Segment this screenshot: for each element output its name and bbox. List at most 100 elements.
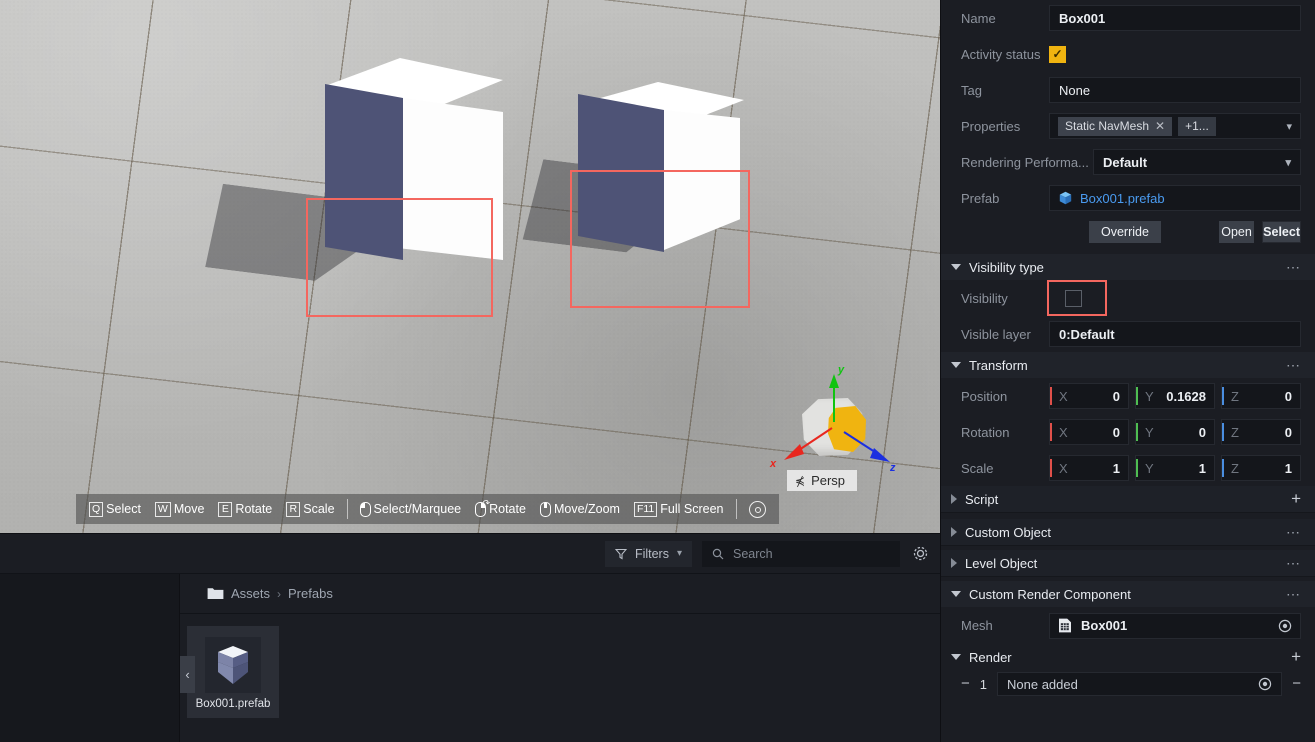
breadcrumb-item-prefabs[interactable]: Prefabs bbox=[288, 586, 333, 601]
scale-z-value: 1 bbox=[1284, 460, 1292, 476]
chevron-down-icon: ▾ bbox=[1285, 156, 1291, 169]
tool-rotate[interactable]: E Rotate bbox=[211, 501, 279, 517]
mesh-reference-field[interactable]: Box001 bbox=[1049, 612, 1301, 639]
chevron-down-icon[interactable] bbox=[951, 591, 961, 597]
tool-move[interactable]: W Move bbox=[148, 501, 212, 517]
position-z-field[interactable]: Z 0 bbox=[1221, 383, 1301, 409]
section-title: Script bbox=[965, 491, 999, 507]
keycap-q: Q bbox=[89, 501, 104, 517]
chevron-right-icon[interactable] bbox=[951, 494, 957, 504]
minus-icon[interactable]: − bbox=[961, 676, 970, 691]
tool-full-screen[interactable]: F11 Full Screen bbox=[627, 501, 731, 517]
ellipsis-icon[interactable]: ⋯ bbox=[1286, 525, 1301, 539]
section-title: Custom Render Component bbox=[969, 586, 1131, 602]
projection-label: Persp bbox=[811, 473, 846, 488]
prefab-name: Box001.prefab bbox=[1080, 190, 1165, 206]
keycap-w: W bbox=[154, 501, 171, 517]
chevron-right-icon[interactable] bbox=[951, 558, 957, 568]
gizmo-axis-label-x: x bbox=[770, 458, 777, 470]
section-script[interactable]: Script + bbox=[941, 486, 1315, 512]
view-axis-gizmo[interactable]: y x z ⋠ Persp bbox=[766, 362, 916, 491]
axis-label-x: X bbox=[1059, 424, 1068, 440]
property-chip-static-navmesh[interactable]: Static NavMesh ✕ bbox=[1058, 116, 1173, 136]
viewport-toolbar[interactable]: Q Select W Move E Rotate R Scale Select/… bbox=[76, 494, 779, 524]
scene-viewport[interactable]: y x z ⋠ Persp Q Select W Move E Rotate R… bbox=[0, 0, 940, 533]
ellipsis-icon[interactable]: ⋯ bbox=[1286, 556, 1301, 570]
tool-mouse-rotate-label: Rotate bbox=[489, 502, 526, 516]
section-transform[interactable]: Transform ⋯ bbox=[941, 352, 1315, 378]
ellipsis-icon[interactable]: ⋯ bbox=[1286, 260, 1301, 274]
chevron-down-icon[interactable] bbox=[951, 264, 961, 270]
inspector-row-tag: Tag None bbox=[941, 72, 1315, 108]
breadcrumb-item-assets[interactable]: Assets bbox=[231, 586, 270, 601]
section-visibility-type[interactable]: Visibility type ⋯ bbox=[941, 254, 1315, 280]
prefab-reference-field[interactable]: Box001.prefab bbox=[1049, 185, 1301, 211]
inspector-row-visibility: Visibility bbox=[941, 280, 1315, 316]
visibility-checkbox[interactable] bbox=[1065, 289, 1082, 307]
browser-settings-button[interactable] bbox=[910, 544, 930, 564]
rendering-performance-select[interactable]: Default ▾ bbox=[1093, 149, 1301, 175]
chevron-down-icon[interactable]: ▾ bbox=[1286, 120, 1292, 133]
scale-y-field[interactable]: Y 1 bbox=[1135, 455, 1215, 481]
position-y-field[interactable]: Y 0.1628 bbox=[1135, 383, 1215, 409]
render-item-index: 1 bbox=[979, 676, 987, 692]
toolbar-divider bbox=[346, 499, 348, 519]
axis-label-y: Y bbox=[1145, 460, 1154, 476]
scale-label: Scale bbox=[961, 460, 994, 476]
scale-x-field[interactable]: X 1 bbox=[1049, 455, 1129, 481]
tag-input[interactable]: None bbox=[1049, 77, 1301, 103]
inspector-row-activity: Activity status ✓ bbox=[941, 36, 1315, 72]
rotation-z-field[interactable]: Z 0 bbox=[1221, 419, 1301, 445]
properties-label: Properties bbox=[961, 118, 1021, 134]
section-custom-render-component[interactable]: Custom Render Component ⋯ bbox=[941, 581, 1315, 607]
tool-move-zoom[interactable]: Move/Zoom bbox=[533, 501, 627, 517]
rotation-x-field[interactable]: X 0 bbox=[1049, 419, 1129, 445]
tool-select-marquee[interactable]: Select/Marquee bbox=[353, 501, 469, 517]
chevron-down-icon[interactable] bbox=[951, 654, 961, 660]
scale-z-field[interactable]: Z 1 bbox=[1221, 455, 1301, 481]
tool-mouse-rotate[interactable]: ↷ Rotate bbox=[468, 498, 533, 517]
prefab-label: Prefab bbox=[961, 190, 1000, 206]
section-custom-object[interactable]: Custom Object ⋯ bbox=[941, 519, 1315, 545]
filters-button[interactable]: Filters ▾ bbox=[604, 540, 692, 567]
properties-tag-list[interactable]: Static NavMesh ✕ +1... ▾ bbox=[1049, 113, 1301, 139]
activity-status-checkbox[interactable]: ✓ bbox=[1049, 45, 1066, 63]
visible-layer-input[interactable]: 0:Default bbox=[1049, 321, 1301, 347]
open-button[interactable]: Open bbox=[1218, 221, 1255, 243]
ellipsis-icon[interactable]: ⋯ bbox=[1286, 587, 1301, 601]
rotation-y-field[interactable]: Y 0 bbox=[1135, 419, 1215, 445]
section-level-object[interactable]: Level Object ⋯ bbox=[941, 550, 1315, 576]
section-render[interactable]: Render + bbox=[941, 644, 1315, 670]
ellipsis-icon[interactable]: ⋯ bbox=[1286, 358, 1301, 372]
tool-scale[interactable]: R Scale bbox=[279, 501, 341, 517]
rotation-x-value: 0 bbox=[1112, 424, 1120, 440]
asset-folder-tree[interactable] bbox=[0, 574, 180, 742]
asset-item-box001-prefab[interactable]: ‹ Box001.prefab bbox=[180, 626, 279, 718]
target-icon[interactable] bbox=[1278, 619, 1292, 633]
projection-toggle[interactable]: ⋠ Persp bbox=[787, 470, 858, 491]
close-icon[interactable]: ✕ bbox=[1155, 119, 1165, 133]
chevron-right-icon[interactable] bbox=[951, 527, 957, 537]
asset-grid: ‹ Box001.prefab bbox=[180, 614, 940, 718]
chevron-left-icon[interactable]: ‹ bbox=[180, 656, 195, 693]
property-chip-more[interactable]: +1... bbox=[1178, 116, 1216, 136]
position-x-field[interactable]: X 0 bbox=[1049, 383, 1129, 409]
target-icon[interactable] bbox=[1258, 677, 1272, 691]
viewport-settings-button[interactable] bbox=[742, 500, 773, 518]
override-button[interactable]: Override bbox=[1089, 221, 1161, 243]
asset-thumbnail bbox=[205, 637, 261, 693]
render-item-field[interactable]: None added bbox=[997, 672, 1283, 696]
tool-select[interactable]: Q Select bbox=[82, 501, 148, 517]
asset-label: Box001.prefab bbox=[195, 698, 271, 710]
remove-icon[interactable]: − bbox=[1292, 676, 1301, 691]
plus-icon[interactable]: + bbox=[1291, 648, 1301, 665]
select-button[interactable]: Select bbox=[1262, 221, 1301, 243]
name-input[interactable]: Box001 bbox=[1049, 5, 1301, 31]
chevron-down-icon[interactable] bbox=[951, 362, 961, 368]
search-input[interactable]: Search bbox=[702, 540, 900, 567]
divider bbox=[941, 512, 1315, 513]
rendering-performance-label: Rendering Performa... bbox=[961, 154, 1089, 170]
selection-bounds bbox=[306, 198, 493, 317]
chevron-down-icon: ▾ bbox=[676, 548, 682, 559]
plus-icon[interactable]: + bbox=[1291, 490, 1301, 507]
